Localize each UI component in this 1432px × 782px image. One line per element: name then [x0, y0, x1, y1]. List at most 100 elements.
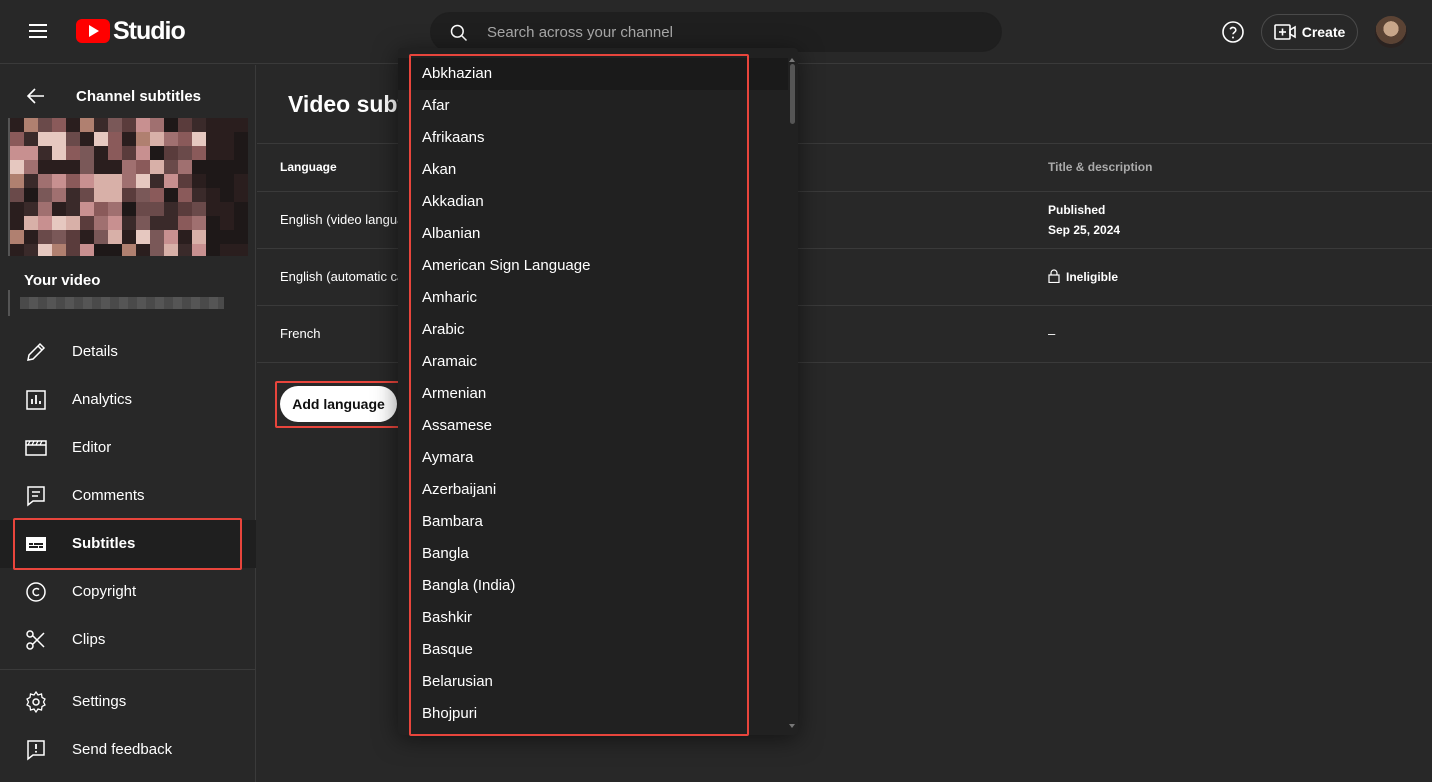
- thumbnail-pixel: [206, 188, 220, 202]
- thumbnail-pixel: [122, 202, 136, 216]
- youtube-studio-logo[interactable]: Studio: [76, 17, 186, 45]
- thumbnail-pixel: [150, 174, 164, 188]
- dropdown-option[interactable]: Afrikaans: [398, 122, 788, 154]
- search-bar[interactable]: [430, 12, 1002, 52]
- ineligible-text: Ineligible: [1066, 270, 1119, 284]
- column-header-title-description: Title & description: [1048, 160, 1153, 174]
- subtitles-icon: [26, 537, 46, 551]
- scroll-down-icon[interactable]: [789, 724, 795, 728]
- thumbnail-pixel: [122, 132, 136, 146]
- thumbnail-pixel: [108, 132, 122, 146]
- dropdown-option[interactable]: Aramaic: [398, 346, 788, 378]
- thumbnail-pixel: [234, 146, 248, 160]
- dropdown-option[interactable]: Bhojpuri: [398, 698, 788, 730]
- thumbnail-pixel: [24, 188, 38, 202]
- dropdown-option[interactable]: Belarusian: [398, 666, 788, 698]
- nav-label: Analytics: [72, 391, 133, 408]
- thumbnail-pixel: [24, 146, 38, 160]
- thumbnail-pixel: [94, 118, 108, 132]
- thumbnail-pixel: [164, 230, 178, 244]
- dropdown-option[interactable]: Bangla: [398, 538, 788, 570]
- nav-analytics[interactable]: Analytics: [0, 376, 256, 424]
- thumbnail-pixel: [220, 160, 234, 174]
- thumbnail-pixel: [80, 132, 94, 146]
- dropdown-option[interactable]: Armenian: [398, 378, 788, 410]
- thumbnail-pixel: [220, 146, 234, 160]
- thumbnail-pixel: [150, 118, 164, 132]
- dropdown-option[interactable]: Akkadian: [398, 186, 788, 218]
- nav-send-feedback[interactable]: Send feedback: [0, 726, 256, 774]
- nav-clips[interactable]: Clips: [0, 616, 256, 664]
- dropdown-option[interactable]: Basque: [398, 634, 788, 666]
- thumbnail-pixel: [10, 230, 24, 244]
- thumbnail-pixel: [52, 174, 66, 188]
- thumbnail-pixel: [150, 146, 164, 160]
- nav-copyright[interactable]: Copyright: [0, 568, 256, 616]
- create-button[interactable]: Create: [1261, 14, 1358, 50]
- back-to-channel-subtitles[interactable]: Channel subtitles: [24, 83, 201, 109]
- nav-editor[interactable]: Editor: [0, 424, 256, 472]
- thumbnail-pixel: [24, 118, 38, 132]
- dropdown-option[interactable]: Amharic: [398, 282, 788, 314]
- search-input[interactable]: [487, 13, 987, 51]
- dropdown-option[interactable]: Bangla (India): [398, 570, 788, 602]
- thumbnail-pixel: [10, 216, 24, 230]
- dropdown-option[interactable]: Albanian: [398, 218, 788, 250]
- dropdown-option[interactable]: American Sign Language: [398, 250, 788, 282]
- help-icon[interactable]: [1221, 20, 1245, 44]
- scrollbar-thumb[interactable]: [790, 64, 795, 124]
- dropdown-scrollbar[interactable]: [788, 58, 796, 728]
- thumbnail-pixel: [150, 202, 164, 216]
- dropdown-option[interactable]: Arabic: [398, 314, 788, 346]
- thumbnail-pixel: [24, 216, 38, 230]
- dropdown-option[interactable]: Assamese: [398, 410, 788, 442]
- dropdown-option[interactable]: Abkhazian: [398, 58, 788, 90]
- thumbnail-pixel: [122, 160, 136, 174]
- language-dropdown[interactable]: Abkhazian Afar Afrikaans Akan Akkadian Albani…: [398, 48, 798, 735]
- thumbnail-pixel: [38, 174, 52, 188]
- thumbnail-pixel: [150, 216, 164, 230]
- nav-subtitles[interactable]: Subtitles: [0, 520, 256, 568]
- dropdown-option[interactable]: Akan: [398, 154, 788, 186]
- copyright-icon: [26, 582, 46, 602]
- dropdown-option[interactable]: Aymara: [398, 442, 788, 474]
- thumbnail-pixel: [24, 230, 38, 244]
- thumbnail-pixel: [220, 216, 234, 230]
- video-thumbnail[interactable]: [8, 118, 248, 256]
- nav-comments[interactable]: Comments: [0, 472, 256, 520]
- thumbnail-pixel: [192, 118, 206, 132]
- thumbnail-pixel: [234, 244, 248, 256]
- thumbnail-pixel: [178, 230, 192, 244]
- pencil-icon: [27, 342, 46, 361]
- thumbnail-pixel: [108, 174, 122, 188]
- feedback-icon: [27, 740, 45, 761]
- thumbnail-pixel: [38, 230, 52, 244]
- dropdown-option[interactable]: Azerbaijani: [398, 474, 788, 506]
- thumbnail-pixel: [136, 188, 150, 202]
- lock-icon: [1048, 269, 1060, 283]
- thumbnail-pixel: [94, 146, 108, 160]
- thumbnail-pixel: [192, 244, 206, 256]
- thumbnail-pixel: [108, 146, 122, 160]
- thumbnail-pixel: [220, 174, 234, 188]
- thumbnail-pixel: [136, 202, 150, 216]
- thumbnail-pixel: [38, 188, 52, 202]
- scroll-up-icon[interactable]: [789, 58, 795, 62]
- nav-details[interactable]: Details: [0, 328, 256, 376]
- add-language-button[interactable]: Add language: [280, 386, 397, 422]
- avatar[interactable]: [1375, 16, 1407, 48]
- dropdown-option[interactable]: Afar: [398, 90, 788, 122]
- thumbnail-pixel: [66, 244, 80, 256]
- thumbnail-pixel: [38, 146, 52, 160]
- thumbnail-pixel: [220, 244, 234, 256]
- dropdown-option[interactable]: Bashkir: [398, 602, 788, 634]
- thumbnail-pixel: [10, 160, 24, 174]
- thumbnail-pixel: [38, 202, 52, 216]
- dropdown-option[interactable]: Bambara: [398, 506, 788, 538]
- thumbnail-pixel: [234, 132, 248, 146]
- hamburger-menu-icon[interactable]: [22, 20, 54, 44]
- thumbnail-pixel: [206, 230, 220, 244]
- nav-settings[interactable]: Settings: [0, 678, 256, 726]
- thumbnail-pixel: [80, 244, 94, 256]
- thumbnail-pixel: [206, 216, 220, 230]
